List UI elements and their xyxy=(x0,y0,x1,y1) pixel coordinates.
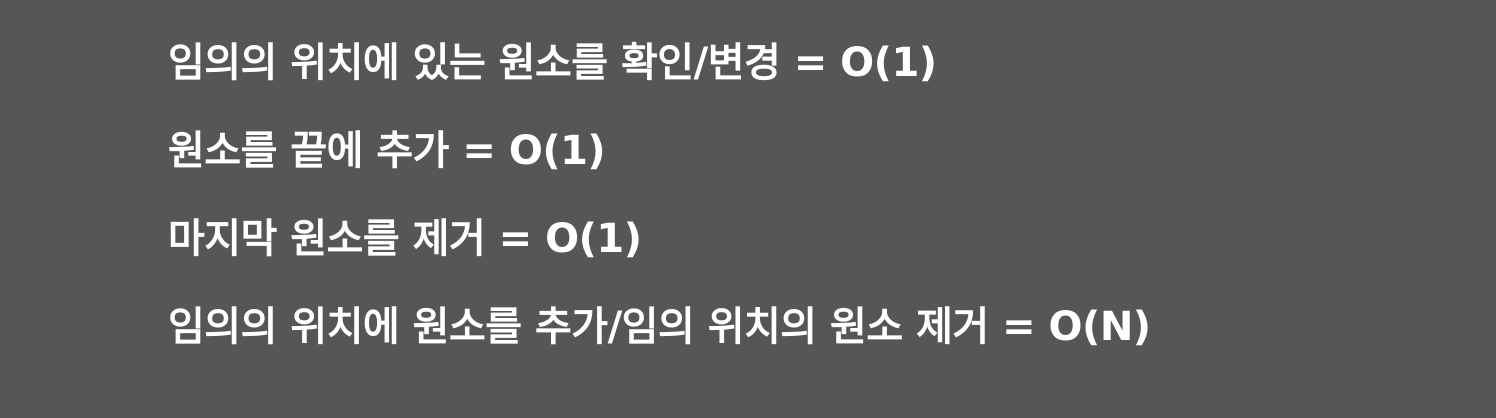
slide: 임의의 위치에 있는 원소를 확인/변경 = O(1) 원소를 끝에 추가 = … xyxy=(0,0,1496,418)
complexity-line-random-access: 임의의 위치에 있는 원소를 확인/변경 = O(1) xyxy=(168,40,937,86)
complexity-line-remove-last: 마지막 원소를 제거 = O(1) xyxy=(168,216,642,262)
complexity-line-append: 원소를 끝에 추가 = O(1) xyxy=(168,128,606,174)
complexity-line-insert-remove-arbitrary: 임의의 위치에 원소를 추가/임의 위치의 원소 제거 = O(N) xyxy=(168,304,1151,350)
